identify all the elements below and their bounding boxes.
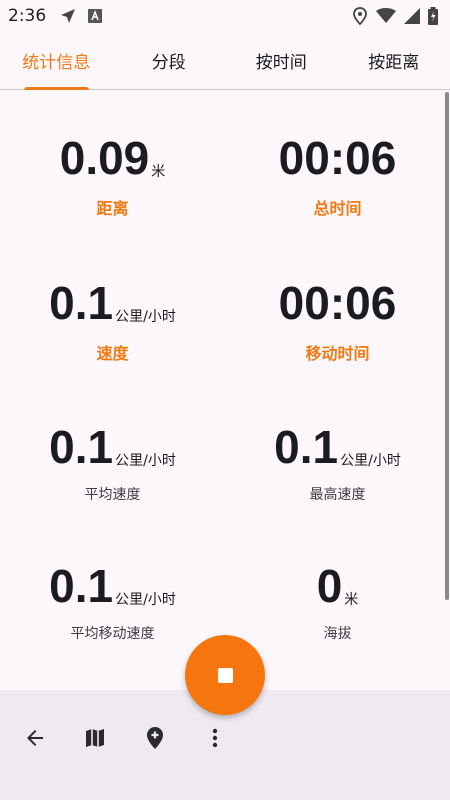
max-speed-value: 0.1 (274, 421, 339, 473)
stop-recording-button[interactable] (185, 635, 265, 715)
speed-label: 速度 (96, 344, 129, 363)
distance-label: 距离 (96, 199, 129, 218)
stat-avg-moving-speed: 0.1 公里/小时 平均移动速度 (0, 559, 225, 643)
avg-speed-value: 0.1 (49, 421, 114, 473)
tab-by-time[interactable]: 按时间 (225, 32, 338, 89)
back-arrow-icon (23, 726, 47, 754)
more-vert-icon (203, 726, 227, 754)
navigation-arrow-icon (60, 8, 76, 24)
moving-time-label: 移动时间 (305, 344, 370, 363)
tab-bar: 统计信息 分段 按时间 按距离 (0, 32, 450, 90)
add-marker-icon (143, 726, 167, 754)
tab-segments[interactable]: 分段 (113, 32, 226, 89)
distance-value: 0.09 (59, 132, 150, 184)
elevation-value: 0 (316, 560, 343, 612)
avg-speed-label: 平均速度 (84, 487, 141, 503)
battery-charging-icon (428, 7, 438, 25)
distance-unit: 米 (151, 164, 166, 180)
total-time-value: 00:06 (278, 132, 397, 184)
stat-moving-time: 00:06 移动时间 (225, 276, 450, 364)
elevation-unit: 米 (344, 592, 359, 608)
font-a-icon (88, 9, 103, 23)
map-button[interactable] (65, 720, 125, 760)
tab-by-distance[interactable]: 按距离 (338, 32, 450, 89)
stat-max-speed: 0.1 公里/小时 最高速度 (225, 420, 450, 504)
avg-moving-speed-label: 平均移动速度 (70, 626, 155, 642)
stat-distance: 0.09 米 距离 (0, 131, 225, 219)
signal-icon (404, 8, 420, 24)
add-marker-button[interactable] (125, 720, 185, 760)
elevation-label: 海拔 (323, 626, 352, 642)
tab-statistics[interactable]: 统计信息 (0, 32, 113, 90)
stop-icon (217, 667, 233, 683)
stat-avg-speed: 0.1 公里/小时 平均速度 (0, 420, 225, 504)
location-pin-icon (352, 7, 368, 25)
avg-speed-unit: 公里/小时 (115, 453, 176, 469)
stat-total-time: 00:06 总时间 (225, 131, 450, 219)
back-button[interactable] (5, 720, 65, 760)
scrollbar[interactable] (445, 92, 449, 600)
status-bar: 2:36 (0, 0, 450, 32)
avg-moving-speed-value: 0.1 (49, 560, 114, 612)
moving-time-value: 00:06 (278, 277, 397, 329)
map-icon (83, 726, 107, 754)
stat-speed: 0.1 公里/小时 速度 (0, 276, 225, 364)
stat-elevation: 0 米 海拔 (225, 559, 450, 643)
wifi-icon (376, 8, 396, 24)
max-speed-label: 最高速度 (309, 487, 366, 503)
max-speed-unit: 公里/小时 (340, 453, 401, 469)
avg-moving-speed-unit: 公里/小时 (115, 592, 176, 608)
more-options-button[interactable] (185, 720, 245, 760)
status-time: 2:36 (8, 6, 47, 26)
speed-unit: 公里/小时 (115, 309, 176, 325)
speed-value: 0.1 (49, 277, 114, 329)
total-time-label: 总时间 (313, 199, 362, 218)
